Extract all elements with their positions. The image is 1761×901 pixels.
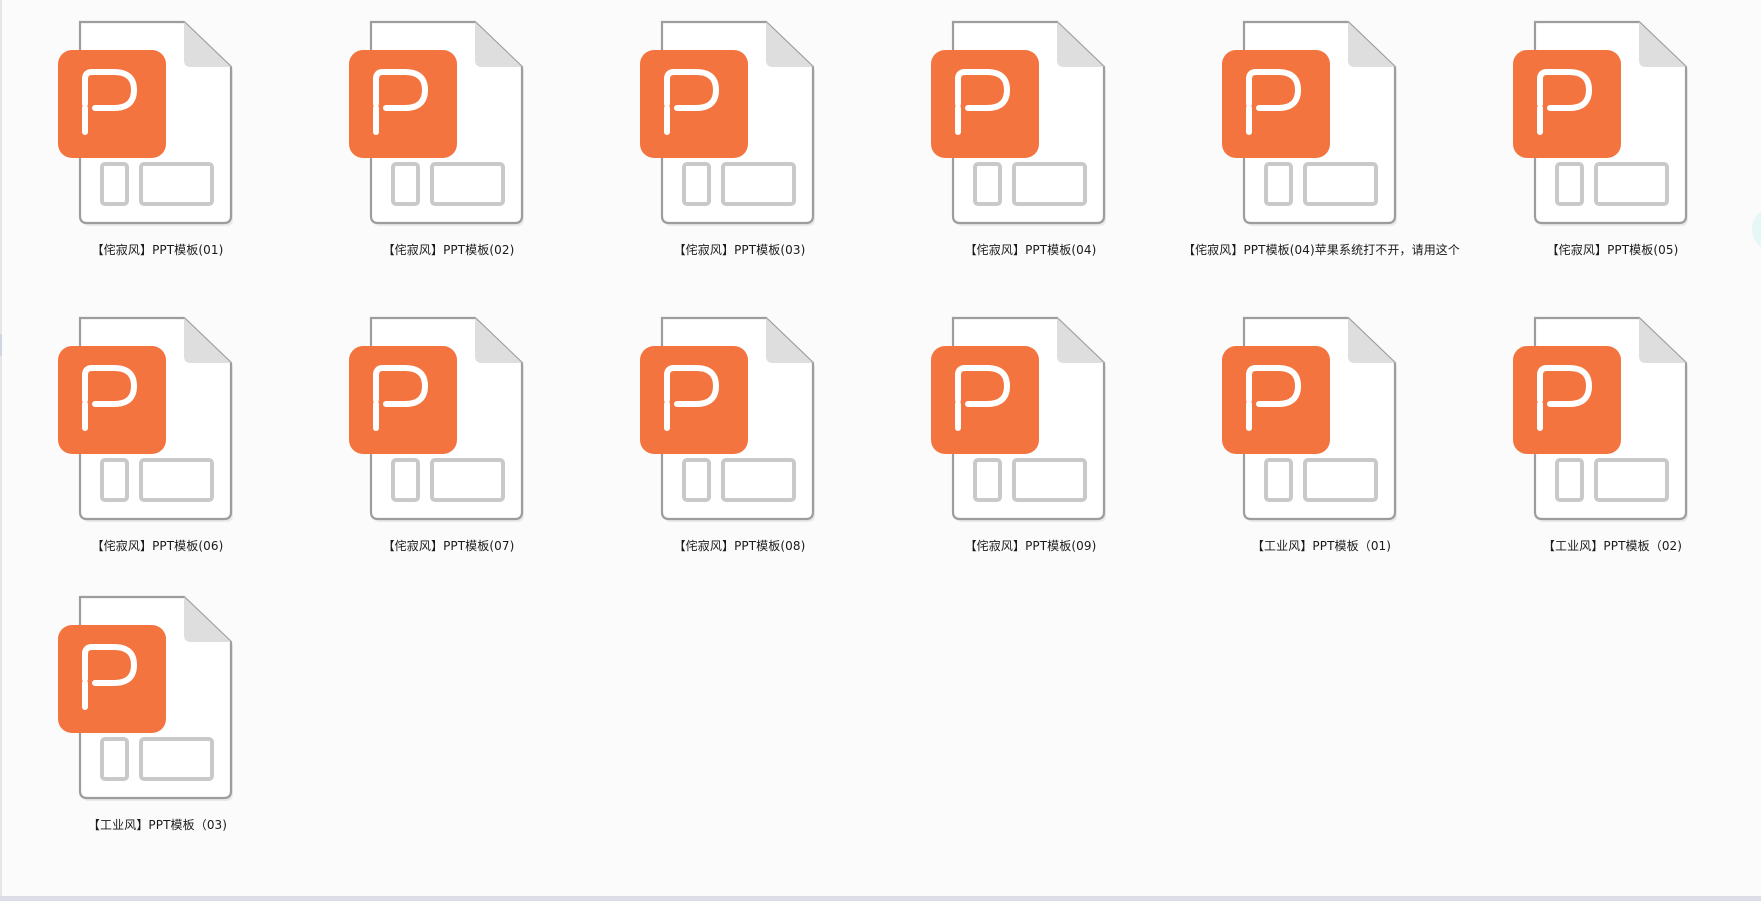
file-name-label: 【工业风】PPT模板（03)	[87, 818, 228, 832]
ppt-file-icon-graphic	[931, 20, 1106, 226]
file-item-9[interactable]: 【侘寂风】PPT模板(08)	[594, 296, 885, 553]
file-item-6[interactable]: 【侘寂风】PPT模板(05)	[1467, 0, 1758, 257]
bottom-scroll-track	[0, 896, 1761, 901]
file-item-5[interactable]: 【侘寂风】PPT模板(04)苹果系统打不开，请用这个	[1176, 0, 1467, 257]
ppt-file-icon-graphic	[640, 316, 815, 522]
file-name-label: 【工业风】PPT模板（01)	[1251, 539, 1392, 553]
file-name-label: 【侘寂风】PPT模板(04)	[964, 243, 1097, 257]
file-name-label: 【侘寂风】PPT模板(09)	[964, 539, 1097, 553]
ppt-file-icon-graphic	[1222, 20, 1397, 226]
file-name-label: 【侘寂风】PPT模板(08)	[673, 539, 806, 553]
file-item-3[interactable]: 【侘寂风】PPT模板(03)	[594, 0, 885, 257]
ppt-file-icon-graphic	[1513, 316, 1688, 522]
file-name-label: 【侘寂风】PPT模板(01)	[91, 243, 224, 257]
ppt-file-icon	[1467, 0, 1758, 238]
file-item-13[interactable]: 【工业风】PPT模板（03)	[12, 575, 303, 832]
ppt-file-icon-graphic	[1222, 316, 1397, 522]
file-name-label: 【侘寂风】PPT模板(03)	[673, 243, 806, 257]
ppt-file-icon	[1176, 296, 1467, 534]
ppt-file-icon	[303, 296, 594, 534]
file-item-10[interactable]: 【侘寂风】PPT模板(09)	[885, 296, 1176, 553]
ppt-file-icon-graphic	[58, 316, 233, 522]
ppt-file-icon	[594, 0, 885, 238]
ppt-file-icon-graphic	[931, 316, 1106, 522]
ppt-file-icon	[303, 0, 594, 238]
file-item-11[interactable]: 【工业风】PPT模板（01)	[1176, 296, 1467, 553]
ppt-file-icon-graphic	[349, 316, 524, 522]
file-name-label: 【侘寂风】PPT模板(06)	[91, 539, 224, 553]
left-border	[0, 0, 2, 896]
file-item-8[interactable]: 【侘寂风】PPT模板(07)	[303, 296, 594, 553]
ppt-file-icon	[885, 0, 1176, 238]
file-name-label: 【侘寂风】PPT模板(04)苹果系统打不开，请用这个	[1182, 243, 1461, 257]
ppt-file-icon-graphic	[58, 595, 233, 801]
file-name-label: 【工业风】PPT模板（02)	[1542, 539, 1683, 553]
file-item-4[interactable]: 【侘寂风】PPT模板(04)	[885, 0, 1176, 257]
ppt-file-icon-graphic	[1513, 20, 1688, 226]
ppt-file-icon	[885, 296, 1176, 534]
file-item-7[interactable]: 【侘寂风】PPT模板(06)	[12, 296, 303, 553]
ppt-file-icon-graphic	[640, 20, 815, 226]
ppt-file-icon	[12, 296, 303, 534]
ppt-file-icon	[12, 0, 303, 238]
ppt-file-icon	[12, 575, 303, 813]
file-item-2[interactable]: 【侘寂风】PPT模板(02)	[303, 0, 594, 257]
ppt-file-icon	[1176, 0, 1467, 238]
file-name-label: 【侘寂风】PPT模板(05)	[1546, 243, 1679, 257]
file-item-12[interactable]: 【工业风】PPT模板（02)	[1467, 296, 1758, 553]
ppt-file-icon	[1467, 296, 1758, 534]
ppt-file-icon-graphic	[58, 20, 233, 226]
left-edge-marker	[0, 334, 2, 356]
file-item-1[interactable]: 【侘寂风】PPT模板(01)	[12, 0, 303, 257]
file-explorer-window: 【侘寂风】PPT模板(01) 【侘寂风】PPT模板(02) 【侘寂风】PPT模板…	[0, 0, 1761, 901]
ppt-file-icon	[594, 296, 885, 534]
ppt-file-icon-graphic	[349, 20, 524, 226]
file-name-label: 【侘寂风】PPT模板(07)	[382, 539, 515, 553]
file-name-label: 【侘寂风】PPT模板(02)	[382, 243, 515, 257]
